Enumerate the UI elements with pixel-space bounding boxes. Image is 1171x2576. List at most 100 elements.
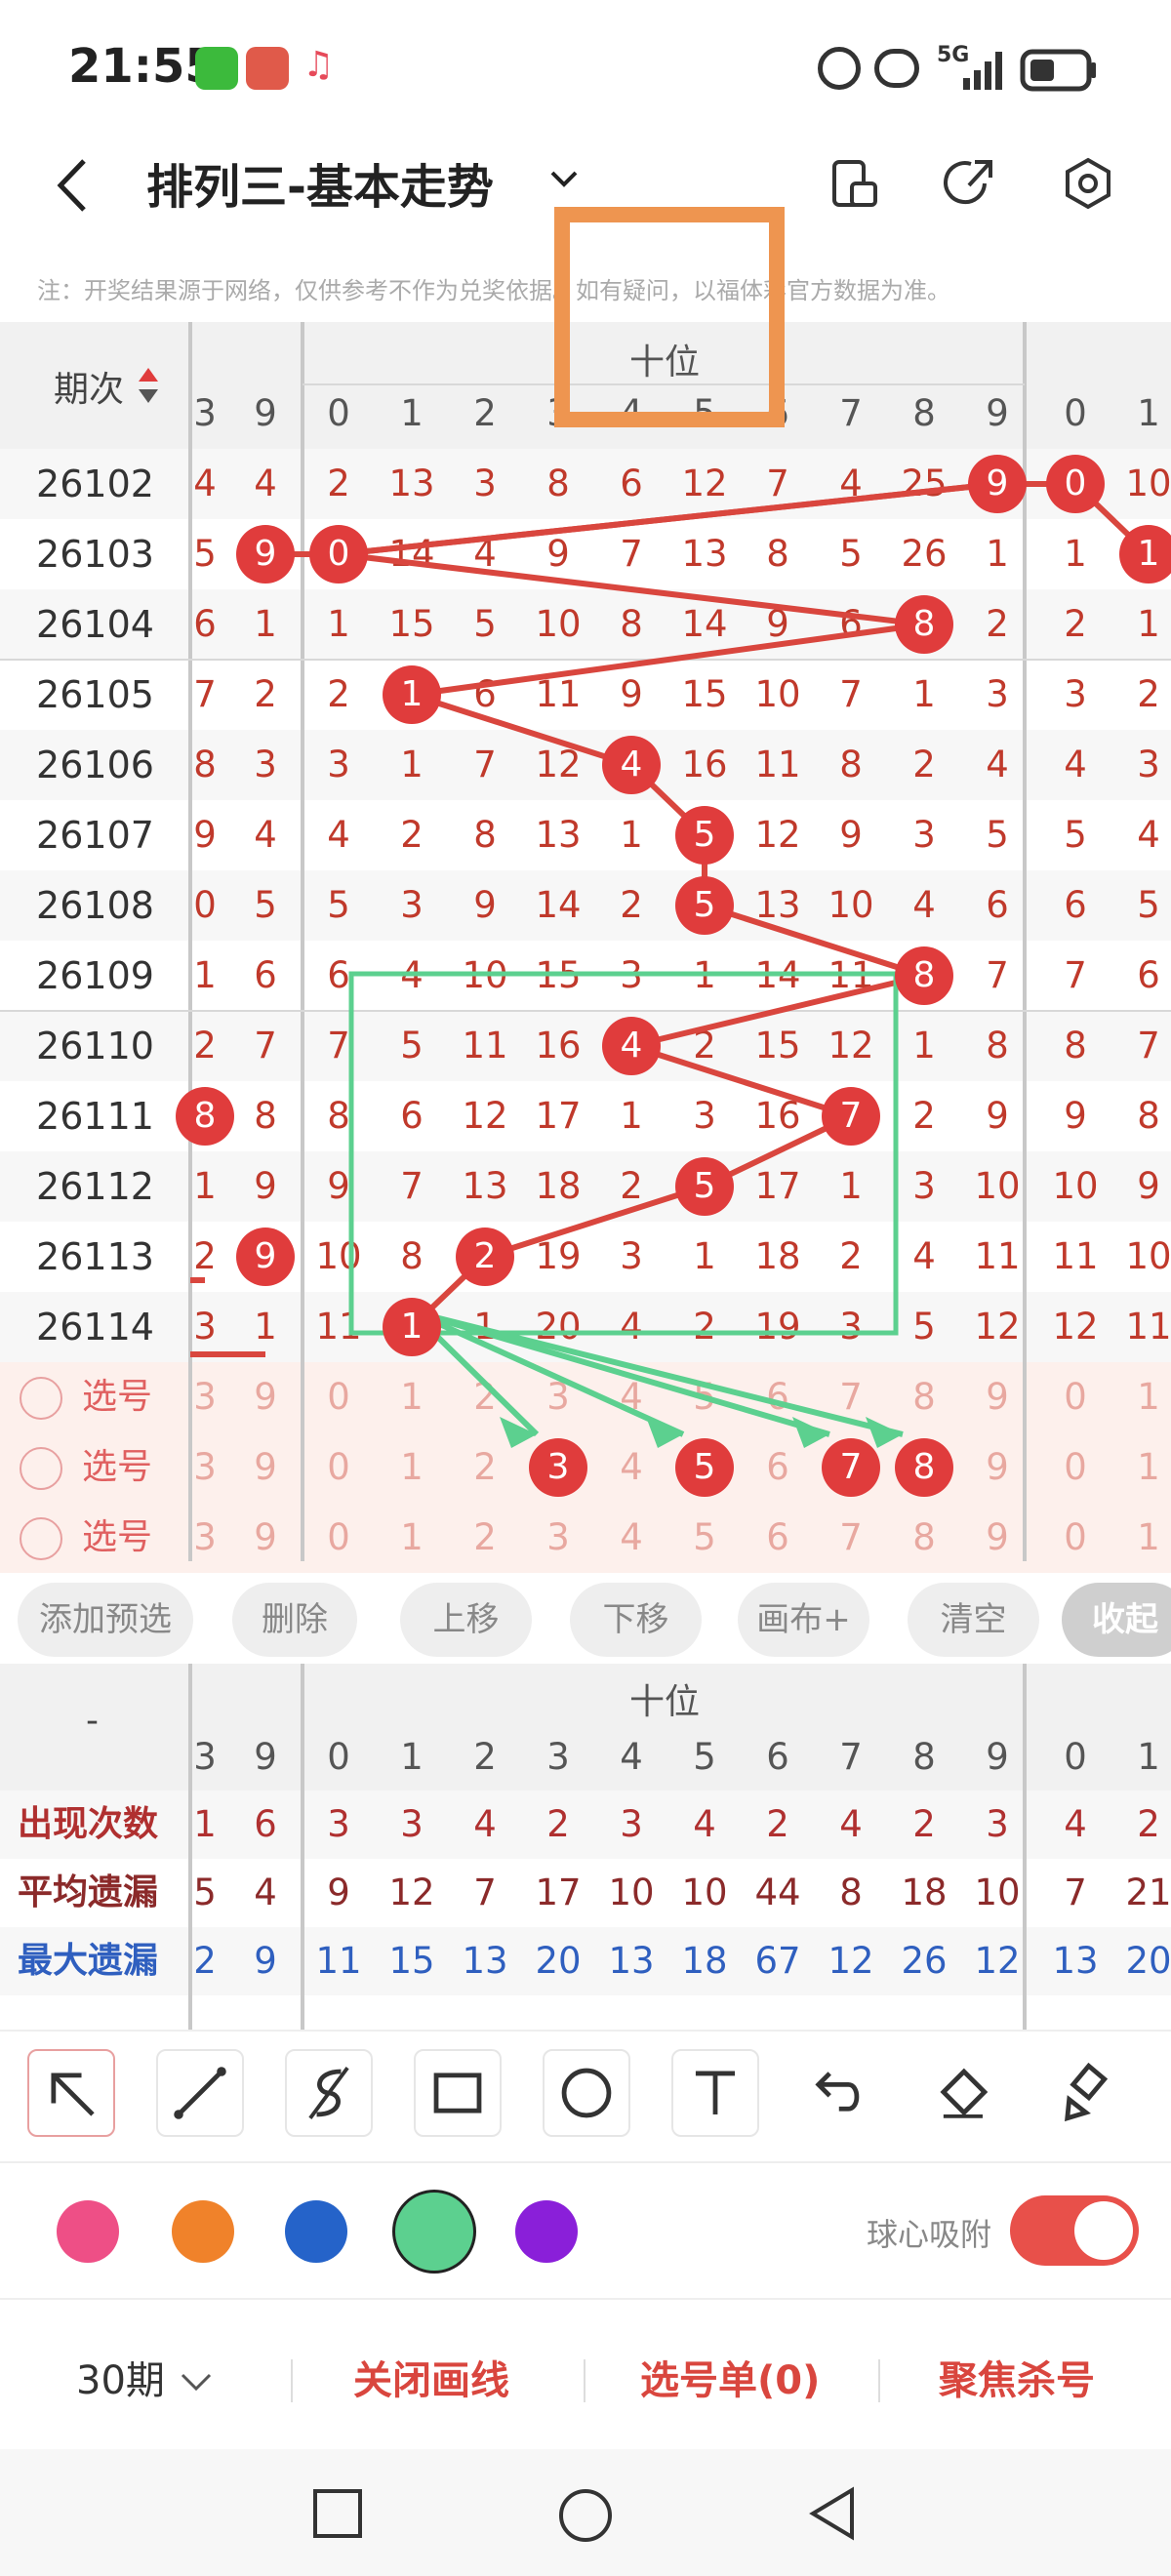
back-nav-icon[interactable]	[805, 2486, 860, 2541]
stats-table: - 十位 39012345678901 出现次数 1 6 3 3 4 2 3 4 2 4 2 3 4 2 平均…	[0, 1664, 1171, 2030]
toggle-knob	[1074, 2201, 1133, 2260]
action-button[interactable]: 上移	[400, 1583, 532, 1657]
chevron-down-icon[interactable]	[546, 161, 582, 196]
drawn-number-ball: 7	[822, 1087, 880, 1146]
drawn-number-ball: 9	[236, 525, 295, 584]
arrowhead	[792, 1417, 829, 1448]
circle-icon	[561, 2068, 612, 2118]
brush-icon	[1065, 2062, 1109, 2122]
divider	[0, 2298, 1171, 2300]
action-button[interactable]: 收起	[1062, 1583, 1171, 1657]
disclaimer-note: 注：开奖结果源于网络，仅供参考不作为兑奖依据。如有疑问，以福体彩官方数据为准。	[37, 277, 950, 304]
arrow-select-icon	[51, 2073, 95, 2116]
wechat-icon	[195, 47, 238, 90]
drawn-number-ball: 4	[602, 1017, 661, 1075]
arrowhead	[500, 1417, 537, 1448]
trend-table: 期次 十位 39012345678901 26102 4 4 2 13 3 8 6 12 7 4 25…	[0, 322, 1171, 1573]
selected-number-ball[interactable]: 5	[675, 1438, 734, 1497]
drawn-number-ball: 2	[456, 1228, 514, 1286]
drawn-number-ball: 1	[383, 1298, 441, 1356]
drawn-number-ball: 5	[675, 876, 734, 935]
draw-tool-button[interactable]	[27, 2049, 115, 2137]
selected-number-ball[interactable]: 7	[822, 1438, 880, 1497]
drawn-number-ball: 8	[895, 946, 953, 1005]
color-swatch[interactable]	[515, 2200, 578, 2263]
color-swatch[interactable]	[57, 2200, 119, 2263]
selected-number-ball[interactable]: 8	[895, 1438, 953, 1497]
drawn-number-ball: 9	[968, 455, 1027, 513]
color-swatch[interactable]	[392, 2190, 476, 2274]
draw-tool-button[interactable]	[543, 2049, 630, 2137]
period-count-select[interactable]: 30期	[76, 2342, 165, 2420]
divider	[0, 2030, 1171, 2032]
arrowhead	[866, 1417, 903, 1448]
battery-icon	[1020, 49, 1096, 92]
hotspot-icon	[874, 49, 919, 88]
color-swatch[interactable]	[285, 2200, 347, 2263]
screen: { "status": {"time": "21:55", "signal_la…	[0, 0, 1171, 2576]
draw-tool-button[interactable]	[285, 2049, 373, 2137]
drawn-number-ball: 0	[1046, 455, 1105, 513]
action-button[interactable]: 下移	[570, 1583, 702, 1657]
close-draw-button[interactable]: 关闭画线	[353, 2342, 509, 2420]
snap-toggle[interactable]	[1010, 2195, 1139, 2266]
snap-label: 球心吸附	[867, 2216, 992, 2253]
drawn-number-ball: 1	[1119, 525, 1171, 584]
draw-tool-button[interactable]	[1039, 2049, 1127, 2137]
draw-tool-button[interactable]	[671, 2049, 759, 2137]
trend-line	[411, 692, 632, 768]
action-button[interactable]: 添加预选	[18, 1583, 193, 1657]
ticket-button[interactable]: 选号单(0)	[640, 2342, 820, 2420]
drawn-number-ball: 9	[236, 1228, 295, 1286]
drawn-number-ball: 1	[383, 665, 441, 724]
green-arrow-annotation	[411, 1308, 904, 1437]
alarm-icon	[818, 47, 861, 90]
orange-box-annotation[interactable]	[554, 207, 785, 427]
chevron-down-icon[interactable]	[179, 2363, 214, 2398]
divider	[584, 2359, 586, 2402]
color-swatch[interactable]	[172, 2200, 234, 2263]
trend-line	[704, 903, 925, 979]
home-icon[interactable]	[556, 2486, 615, 2545]
action-button[interactable]: 清空	[908, 1583, 1039, 1657]
rotate-screen-icon[interactable]	[825, 154, 883, 213]
drawn-number-ball: 5	[675, 806, 734, 865]
trend-line	[484, 1184, 706, 1260]
app-notification-icon	[246, 47, 289, 90]
music-icon: ♫	[303, 45, 335, 85]
green-arrow-annotation	[410, 1308, 685, 1437]
stats-dividers	[188, 1664, 1027, 2030]
draw-tool-button[interactable]	[156, 2049, 244, 2137]
freehand-icon	[308, 2067, 349, 2119]
rectangle-icon	[433, 2073, 482, 2113]
divider	[878, 2359, 880, 2402]
eraser-icon	[940, 2068, 989, 2118]
drawn-number-ball: 5	[675, 1157, 734, 1216]
draw-tool-button[interactable]	[790, 2049, 878, 2137]
draw-tool-button[interactable]	[414, 2049, 502, 2137]
share-icon[interactable]	[942, 154, 1000, 213]
selected-number-ball[interactable]: 3	[529, 1438, 587, 1497]
arrowhead	[646, 1417, 683, 1448]
drawn-number-ball: 0	[309, 525, 368, 584]
action-button[interactable]: 删除	[232, 1583, 357, 1657]
draw-tool-button[interactable]	[917, 2049, 1005, 2137]
page-title[interactable]: 排列三-基本走势	[146, 148, 494, 217]
drawn-number-ball: 8	[895, 595, 953, 654]
drawn-number-ball: 8	[176, 1087, 234, 1146]
trend-line	[338, 481, 998, 557]
settings-icon[interactable]	[1059, 154, 1117, 213]
line-icon	[174, 2067, 226, 2119]
undo-icon	[815, 2072, 860, 2112]
focus-kill-button[interactable]: 聚焦杀号	[939, 2342, 1095, 2420]
status-bar: 21:55 ♫ 5G	[0, 0, 1171, 137]
trend-line	[338, 551, 925, 627]
divider	[0, 2161, 1171, 2163]
divider	[291, 2359, 293, 2402]
text-icon	[695, 2071, 736, 2114]
drawn-number-ball: 4	[602, 736, 661, 794]
back-icon[interactable]	[49, 151, 98, 220]
recent-apps-icon[interactable]	[310, 2486, 365, 2541]
action-button[interactable]: 画布+	[738, 1583, 869, 1657]
trend-line	[630, 1043, 852, 1119]
